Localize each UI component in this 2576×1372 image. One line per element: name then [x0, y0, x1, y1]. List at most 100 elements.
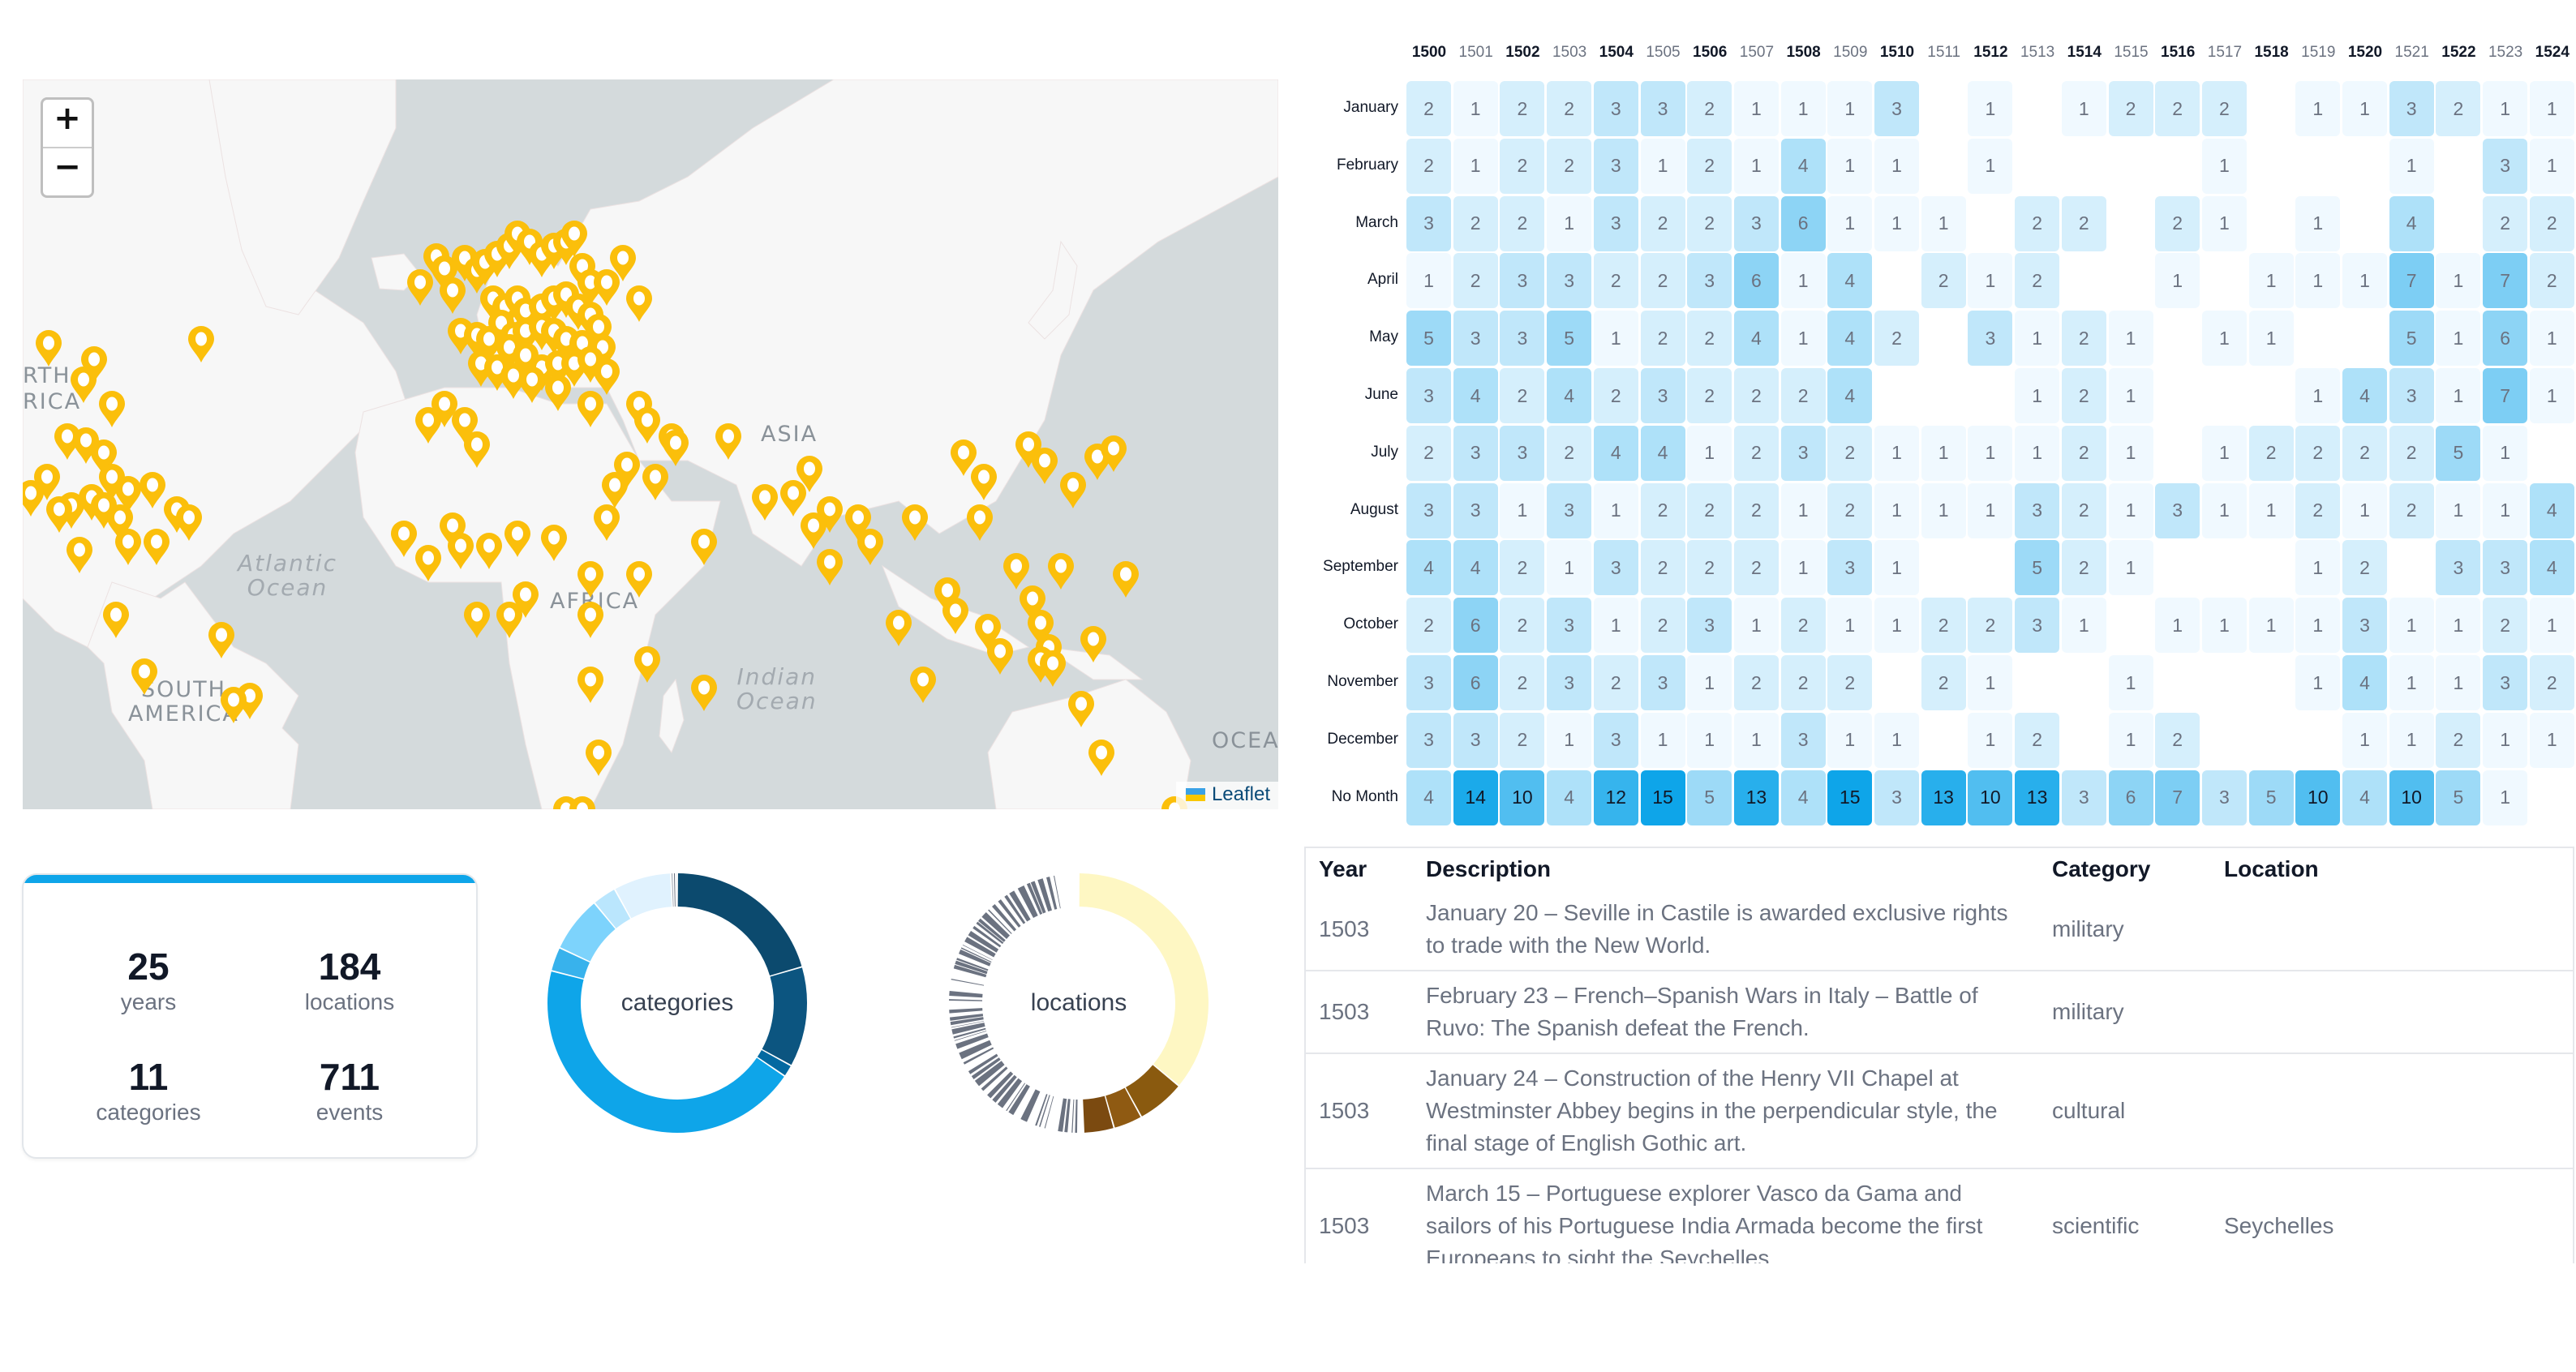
column-header-category[interactable]: Category: [2039, 848, 2211, 889]
heatmap-cell[interactable]: 1: [1827, 712, 1873, 768]
heatmap-cell[interactable]: 1: [2201, 138, 2247, 194]
heatmap-cell[interactable]: 7: [2155, 770, 2200, 825]
heatmap-cell[interactable]: 1: [2295, 655, 2341, 710]
heatmap-cell[interactable]: 3: [2201, 770, 2247, 825]
table-row[interactable]: 1503 March 15 – Portuguese explorer Vasco…: [1306, 1168, 2573, 1263]
heatmap-cell[interactable]: 2: [1500, 368, 1545, 423]
heatmap-cell[interactable]: 1: [2061, 81, 2106, 136]
heatmap-cell[interactable]: 1: [1968, 655, 2013, 710]
heatmap-cell[interactable]: 5: [2436, 425, 2481, 481]
heatmap-cell[interactable]: 3: [1500, 253, 1545, 309]
heatmap-cell[interactable]: 2: [1874, 311, 1919, 367]
map-pin-icon[interactable]: [633, 407, 661, 444]
heatmap-cell[interactable]: 1: [2108, 482, 2153, 538]
heatmap-cell[interactable]: 3: [1406, 482, 1451, 538]
heatmap-cell[interactable]: 3: [1500, 311, 1545, 367]
heatmap-cell[interactable]: 3: [2015, 598, 2060, 654]
heatmap-cell[interactable]: 2: [2201, 81, 2247, 136]
heatmap-cell[interactable]: 10: [1968, 770, 2013, 825]
map-pin-icon[interactable]: [585, 740, 612, 777]
heatmap-cell[interactable]: 2: [1406, 138, 1451, 194]
map-pin-icon[interactable]: [1088, 740, 1115, 777]
heatmap-cell[interactable]: 3: [2483, 138, 2528, 194]
location-slice[interactable]: [1075, 1099, 1078, 1133]
heatmap-cell[interactable]: 1: [1827, 195, 1873, 251]
heatmap-cell[interactable]: 2: [1453, 253, 1498, 309]
heatmap-cell[interactable]: 3: [1780, 425, 1826, 481]
heatmap-cell[interactable]: 6: [1453, 655, 1498, 710]
heatmap-cell[interactable]: 1: [1780, 253, 1826, 309]
heatmap-cell[interactable]: 1: [1406, 253, 1451, 309]
heatmap-cell[interactable]: 1: [1733, 598, 1779, 654]
heatmap-cell[interactable]: 2: [1593, 655, 1638, 710]
column-header-location[interactable]: Location: [2211, 848, 2573, 889]
heatmap-cell[interactable]: 1: [1780, 540, 1826, 596]
location-slice[interactable]: [949, 1008, 983, 1014]
map-pin-icon[interactable]: [143, 529, 170, 566]
heatmap-cell[interactable]: 1: [2295, 540, 2341, 596]
heatmap-cell[interactable]: 1: [1968, 425, 2013, 481]
heatmap-cell[interactable]: 3: [1547, 482, 1592, 538]
map-pin-icon[interactable]: [970, 464, 998, 501]
table-row[interactable]: 1503 January 24 – Construction of the Hen…: [1306, 1053, 2573, 1168]
heatmap-cell[interactable]: 1: [2015, 425, 2060, 481]
locations-donut[interactable]: locations: [941, 865, 1217, 1141]
heatmap-cell[interactable]: 1: [1968, 138, 2013, 194]
heatmap-cell[interactable]: 2: [1921, 655, 1966, 710]
heatmap-cell[interactable]: 10: [2389, 770, 2434, 825]
heatmap-cell[interactable]: 2: [1500, 655, 1545, 710]
heatmap-cell[interactable]: 3: [1780, 712, 1826, 768]
heatmap-cell[interactable]: 2: [2061, 425, 2106, 481]
heatmap-cell[interactable]: 2: [1500, 138, 1545, 194]
heatmap-cell[interactable]: 3: [1687, 253, 1732, 309]
heatmap-cell[interactable]: 1: [2389, 138, 2434, 194]
map-pin-icon[interactable]: [131, 658, 158, 696]
heatmap-cell[interactable]: 2: [2529, 195, 2574, 251]
map-pin-icon[interactable]: [609, 245, 637, 282]
heatmap-cell[interactable]: 3: [1406, 368, 1451, 423]
heatmap-cell[interactable]: 2: [2061, 195, 2106, 251]
heatmap-cell[interactable]: 2: [2389, 482, 2434, 538]
heatmap-cell[interactable]: 13: [2015, 770, 2060, 825]
location-slice[interactable]: [1044, 1095, 1054, 1129]
heatmap-cell[interactable]: 2: [2015, 195, 2060, 251]
heatmap-cell[interactable]: 4: [2389, 195, 2434, 251]
heatmap-cell[interactable]: 1: [1874, 712, 1919, 768]
heatmap-cell[interactable]: 3: [1874, 81, 1919, 136]
map-pin-icon[interactable]: [414, 407, 442, 444]
heatmap-cell[interactable]: 5: [2248, 770, 2294, 825]
map-pin-icon[interactable]: [1059, 472, 1087, 509]
year-header[interactable]: 1517: [2201, 44, 2248, 62]
heatmap-cell[interactable]: 1: [2389, 712, 2434, 768]
heatmap-cell[interactable]: 2: [1547, 81, 1592, 136]
heatmap-cell[interactable]: 3: [1453, 712, 1498, 768]
heatmap-cell[interactable]: 1: [2108, 311, 2153, 367]
map-pin-icon[interactable]: [1031, 448, 1058, 485]
map-pin-icon[interactable]: [45, 496, 73, 534]
heatmap-cell[interactable]: 1: [2295, 195, 2341, 251]
year-header[interactable]: 1508: [1780, 44, 1827, 62]
heatmap-cell[interactable]: 2: [1547, 425, 1592, 481]
heatmap-cell[interactable]: 2: [2061, 368, 2106, 423]
heatmap-cell[interactable]: 2: [1921, 253, 1966, 309]
map-pin-icon[interactable]: [909, 667, 937, 704]
year-header[interactable]: 1524: [2529, 44, 2576, 62]
heatmap-cell[interactable]: 1: [2436, 368, 2481, 423]
map-pin-icon[interactable]: [942, 598, 969, 635]
heatmap-cell[interactable]: 1: [1733, 712, 1779, 768]
map-pin-icon[interactable]: [475, 533, 503, 570]
heatmap-cell[interactable]: 1: [2015, 311, 2060, 367]
heatmap-cell[interactable]: 2: [1687, 368, 1732, 423]
heatmap-cell[interactable]: 2: [1453, 195, 1498, 251]
heatmap-cell[interactable]: 3: [2389, 368, 2434, 423]
map-pin-icon[interactable]: [208, 622, 235, 659]
heatmap-cell[interactable]: 4: [2342, 770, 2387, 825]
heatmap-cell[interactable]: 4: [1547, 368, 1592, 423]
heatmap-cell[interactable]: 1: [1827, 598, 1873, 654]
heatmap-cell[interactable]: 4: [1640, 425, 1685, 481]
heatmap-cell[interactable]: 3: [1406, 655, 1451, 710]
year-header[interactable]: 1505: [1640, 44, 1687, 62]
heatmap-cell[interactable]: 1: [2529, 712, 2574, 768]
heatmap-cell[interactable]: 1: [2201, 311, 2247, 367]
heatmap-cell[interactable]: 15: [1640, 770, 1685, 825]
